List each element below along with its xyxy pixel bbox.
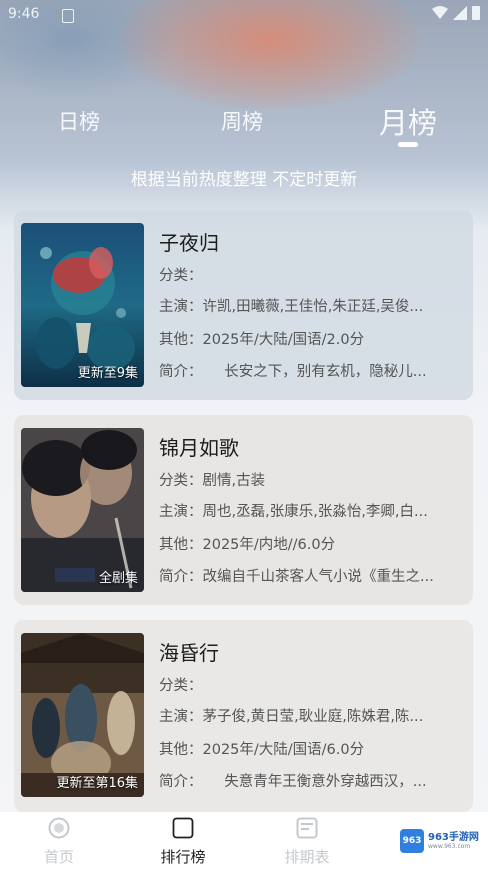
list-item[interactable]: 全剧集 锦月如歌 分类：剧情,古装 主演：周也,丞磊,张康乐,张淼怡,李卿,白.… [14, 415, 473, 605]
status-time: 9:46 [8, 6, 40, 22]
drama-cast: 主演：许凯,田曦薇,王佳怡,朱正廷,吴俊... [159, 299, 424, 315]
drama-other-info: 其他：2025年/大陆/国语/2.0分 [159, 332, 365, 348]
episode-badge: 全剧集 [98, 571, 138, 586]
tab-monthly[interactable]: 月榜 [379, 100, 437, 142]
ranking-subtitle: 根据当前热度整理 不定时更新 [130, 170, 358, 190]
status-bar: 9:46 [0, 0, 488, 30]
drama-intro: 简介： 失意青年王衡意外穿越西汉，... [159, 774, 427, 790]
poster-image[interactable]: 全剧集 [21, 428, 144, 592]
drama-other-info: 其他：2025年/内地//6.0分 [159, 537, 336, 553]
drama-category: 分类： [159, 268, 203, 284]
signal-icon [453, 6, 467, 20]
tab-weekly[interactable]: 周榜 [221, 106, 263, 136]
nav-schedule-label: 排期表 [284, 848, 330, 866]
drama-title[interactable]: 锦月如歌 [159, 432, 239, 461]
list-item[interactable]: 更新至9集 子夜归 分类： 主演：许凯,田曦薇,王佳怡,朱正廷,吴俊... 其他… [14, 210, 473, 400]
poster-image[interactable]: 更新至9集 [21, 223, 144, 387]
drama-intro: 简介： 长安之下，别有玄机，隐秘儿... [159, 364, 427, 380]
nav-ranking-label: 排行榜 [160, 848, 206, 866]
drama-category: 分类： [159, 678, 203, 694]
poster-image[interactable]: 更新至第16集 [21, 633, 144, 797]
episode-badge: 更新至第16集 [56, 776, 138, 791]
watermark-text: 963手游网 [428, 832, 479, 843]
drama-category: 分类：剧情,古装 [159, 473, 266, 489]
ranking-icon [172, 817, 194, 839]
drama-cast: 主演：周也,丞磊,张康乐,张淼怡,李卿,白... [159, 504, 428, 520]
watermark-url: www.963.com [428, 843, 471, 850]
home-icon [48, 817, 70, 839]
list-item[interactable]: 更新至第16集 海昏行 分类： 主演：茅子俊,黄日莹,耿业庭,陈姝君,陈... … [14, 620, 473, 812]
drama-cast: 主演：茅子俊,黄日莹,耿业庭,陈姝君,陈... [159, 709, 424, 725]
drama-title[interactable]: 子夜归 [159, 227, 219, 256]
wifi-icon [432, 6, 448, 19]
ranking-tabs: 日榜 周榜 月榜 [0, 100, 488, 140]
tab-daily[interactable]: 日榜 [58, 106, 100, 136]
drama-title[interactable]: 海昏行 [159, 637, 219, 666]
episode-badge: 更新至9集 [77, 366, 138, 381]
notification-icon [62, 9, 74, 23]
watermark-logo: 963 [400, 829, 424, 853]
nav-home[interactable]: 首页 [19, 817, 99, 867]
nav-schedule[interactable]: 排期表 [267, 817, 347, 867]
site-watermark: 963 963手游网 www.963.com [400, 827, 484, 855]
nav-ranking[interactable]: 排行榜 [143, 817, 223, 867]
drama-intro: 简介：改编自千山茶客人气小说《重生之... [159, 569, 434, 585]
drama-other-info: 其他：2025年/大陆/国语/6.0分 [159, 742, 365, 758]
battery-icon [472, 6, 480, 20]
nav-home-label: 首页 [43, 848, 74, 866]
active-tab-indicator [398, 142, 418, 147]
schedule-icon [296, 817, 318, 839]
